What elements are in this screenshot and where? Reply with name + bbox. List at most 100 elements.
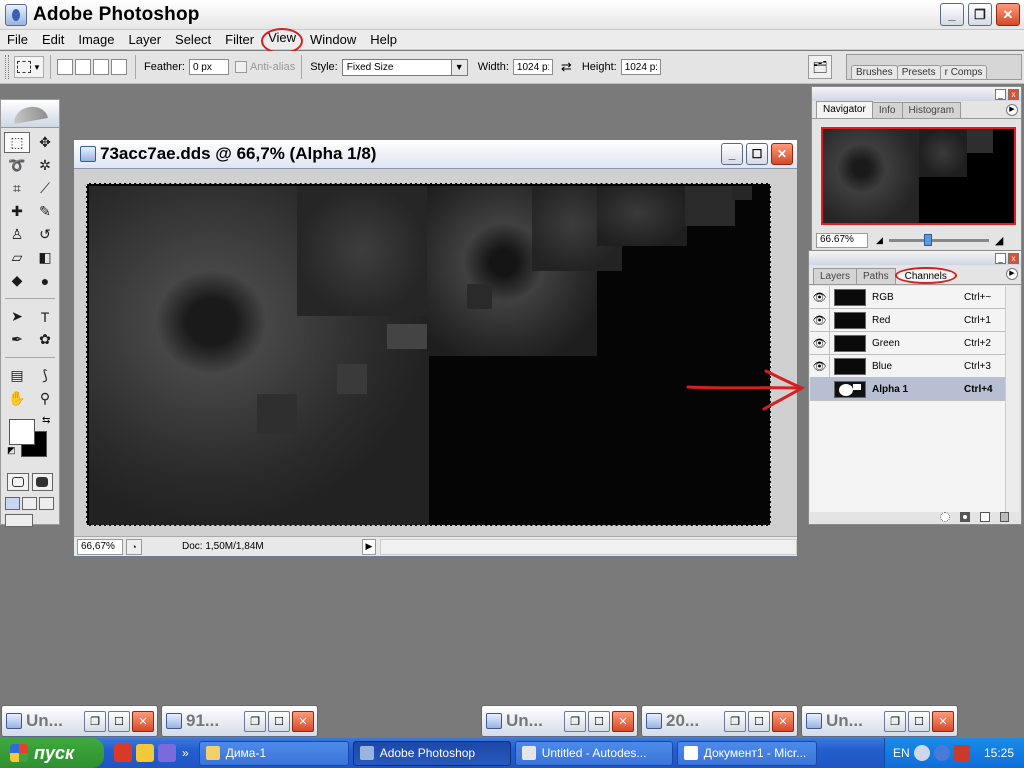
zoom-in-icon[interactable]: ◢	[995, 234, 1003, 247]
pen-tool-icon[interactable]: ✒	[4, 329, 30, 350]
new-channel-icon[interactable]	[980, 512, 990, 522]
trash-icon[interactable]	[1000, 512, 1009, 522]
tool-preset-picker[interactable]: ▼	[14, 56, 44, 78]
doc-maximize-button[interactable]: ☐	[746, 143, 768, 165]
network-icon[interactable]	[933, 745, 950, 761]
horizontal-scrollbar[interactable]	[380, 538, 797, 555]
zoom-slider[interactable]	[888, 233, 989, 246]
ch-minimize-button[interactable]: _	[995, 252, 1006, 264]
crop-tool-icon[interactable]: ⌗	[4, 178, 30, 199]
menu-image[interactable]: Image	[71, 30, 121, 50]
default-colors-icon[interactable]: ◩	[7, 445, 16, 456]
restore-button[interactable]: ❐	[724, 710, 746, 732]
maximize-button[interactable]: ☐	[908, 710, 930, 732]
notes-tool-icon[interactable]: ▤	[4, 365, 30, 386]
close-button[interactable]: ✕	[932, 710, 954, 732]
menu-view[interactable]: View	[261, 27, 304, 54]
eye-icon[interactable]: 👁	[810, 309, 830, 331]
brush-tool-icon[interactable]: ✎	[32, 201, 58, 222]
feather-input[interactable]	[188, 59, 229, 75]
minimized-window-5[interactable]: Un... ❐ ☐ ✕	[801, 705, 958, 737]
subtract-selection-button[interactable]	[93, 59, 109, 75]
jump-to-imageready-icon[interactable]	[5, 514, 33, 527]
tab-channels[interactable]: Channels	[894, 267, 957, 284]
maximize-button[interactable]: ☐	[748, 710, 770, 732]
minimize-button[interactable]: _	[940, 3, 964, 26]
eye-icon[interactable]: 👁	[810, 355, 830, 377]
channels-panel-header[interactable]: _ x	[809, 251, 1021, 265]
blur-tool-icon[interactable]: ◆	[4, 270, 30, 291]
well-tab-brushes[interactable]: Brushes	[851, 65, 898, 79]
close-button[interactable]: ✕	[132, 710, 154, 732]
status-menu-arrow[interactable]: ▶	[362, 538, 376, 555]
lasso-tool-icon[interactable]: ➰	[4, 155, 30, 176]
channel-row-rgb[interactable]: 👁 RGB Ctrl+~	[810, 286, 1006, 309]
menu-layer[interactable]: Layer	[122, 30, 169, 50]
eraser-tool-icon[interactable]: ▱	[4, 247, 30, 268]
tab-layers[interactable]: Layers	[813, 268, 858, 284]
nav-minimize-button[interactable]: _	[995, 88, 1006, 100]
close-button[interactable]: ✕	[996, 3, 1020, 26]
maximize-button[interactable]: ☐	[108, 710, 130, 732]
task-autodesk[interactable]: Untitled - Autodes...	[514, 740, 673, 766]
doc-close-button[interactable]: ✕	[771, 143, 793, 165]
task-folder[interactable]: Дима-1	[198, 740, 349, 766]
close-button[interactable]: ✕	[772, 710, 794, 732]
back-icon[interactable]	[913, 745, 930, 761]
image-canvas[interactable]	[86, 183, 771, 526]
screen-mode-full[interactable]	[39, 497, 54, 510]
menu-help[interactable]: Help	[363, 30, 404, 50]
marquee-tool-icon[interactable]: ⬚	[4, 132, 30, 153]
close-button[interactable]: ✕	[292, 710, 314, 732]
canvas-area[interactable]	[74, 169, 797, 537]
zoom-tool-icon[interactable]: ⚲	[32, 388, 58, 409]
bucket-tool-icon[interactable]: ◧	[32, 247, 58, 268]
eye-toggle-empty[interactable]	[810, 378, 830, 400]
task-word[interactable]: Документ1 - Micr...	[676, 740, 817, 766]
eye-icon[interactable]: 👁	[810, 332, 830, 354]
dodge-tool-icon[interactable]: ●	[32, 270, 58, 291]
options-grip[interactable]	[5, 55, 9, 79]
task-photoshop[interactable]: Adobe Photoshop	[352, 740, 511, 766]
stamp-tool-icon[interactable]: ♙	[4, 224, 30, 245]
shape-tool-icon[interactable]: ✿	[32, 329, 58, 350]
panel-menu-icon[interactable]: ▶	[1006, 268, 1018, 280]
menu-filter[interactable]: Filter	[218, 30, 261, 50]
antialias-checkbox[interactable]	[234, 61, 247, 73]
channel-row-red[interactable]: 👁 Red Ctrl+1	[810, 309, 1006, 332]
toolbox-header[interactable]	[1, 100, 59, 128]
restore-button[interactable]: ❐	[84, 710, 106, 732]
start-button[interactable]: пуск	[0, 738, 104, 768]
file-browser-icon[interactable]: 🗂	[808, 55, 832, 79]
standard-mode-button[interactable]	[7, 473, 29, 491]
well-tab-comps[interactable]: r Comps	[939, 65, 988, 79]
menu-select[interactable]: Select	[168, 30, 218, 50]
swap-colors-icon[interactable]: ⇆	[42, 415, 50, 426]
tab-histogram[interactable]: Histogram	[901, 102, 962, 118]
well-tab-presets[interactable]: Presets	[896, 65, 941, 79]
restore-button[interactable]: ❐	[564, 710, 586, 732]
language-indicator[interactable]: EN	[893, 746, 910, 760]
menu-file[interactable]: File	[0, 30, 35, 50]
navigator-preview[interactable]	[821, 127, 1016, 225]
tab-info[interactable]: Info	[871, 102, 903, 118]
menu-window[interactable]: Window	[303, 30, 363, 50]
quick-launch-game-icon[interactable]	[136, 744, 154, 762]
quickmask-mode-button[interactable]	[31, 473, 53, 491]
history-brush-tool-icon[interactable]: ↺	[32, 224, 58, 245]
chevron-right-icon[interactable]: »	[182, 746, 189, 760]
channels-scrollbar[interactable]	[1005, 286, 1019, 512]
restore-button[interactable]: ❐	[244, 710, 266, 732]
intersect-selection-button[interactable]	[111, 59, 127, 75]
nav-close-button[interactable]: x	[1008, 88, 1019, 100]
minimized-window-1[interactable]: Un... ❐ ☐ ✕	[1, 705, 158, 737]
zoom-field[interactable]: 66,67%	[77, 538, 123, 555]
panel-menu-icon[interactable]: ▶	[1006, 104, 1018, 116]
foreground-color[interactable]	[9, 419, 35, 445]
channel-row-alpha[interactable]: Alpha 1 Ctrl+4	[810, 378, 1006, 401]
width-input[interactable]	[512, 59, 553, 75]
minimized-window-2[interactable]: 91... ❐ ☐ ✕	[161, 705, 318, 737]
screen-mode-standard[interactable]	[5, 497, 20, 510]
eye-icon[interactable]: 👁	[810, 286, 830, 308]
navigator-panel-header[interactable]: _ x	[812, 87, 1021, 101]
